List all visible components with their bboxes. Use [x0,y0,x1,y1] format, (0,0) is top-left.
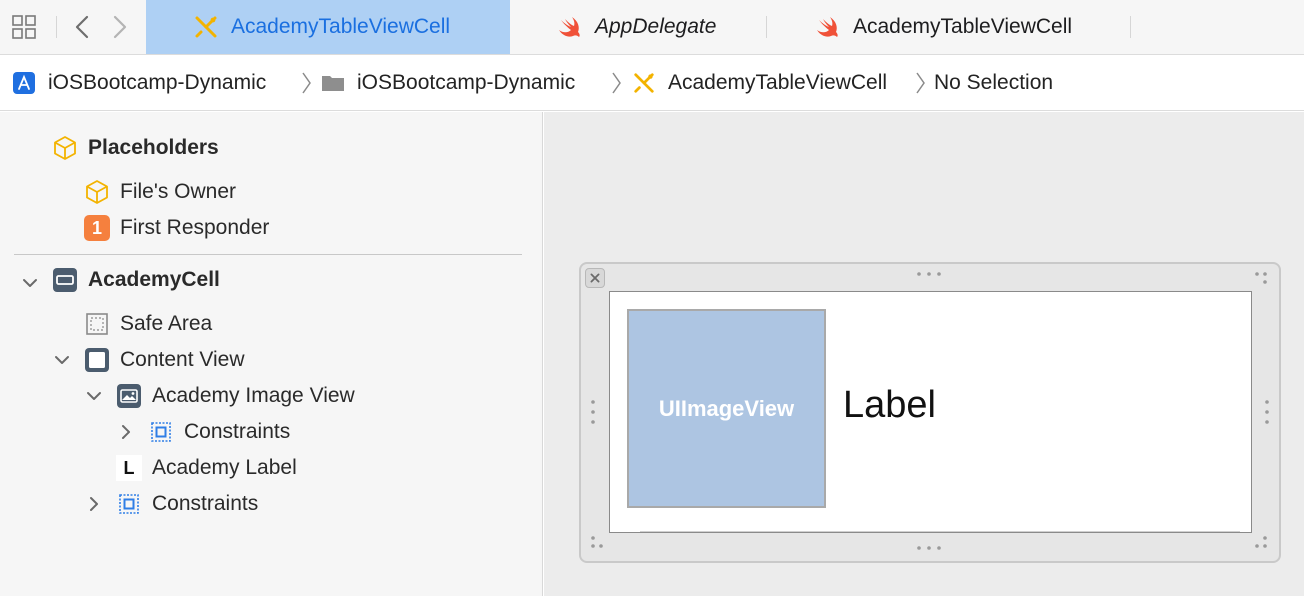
tab-bar: AcademyTableViewCell AppDelegate Academy… [0,0,1304,55]
breadcrumb-project[interactable]: iOSBootcamp-Dynamic [12,55,266,110]
cell-separator [640,531,1240,532]
image-view-icon [117,384,141,408]
swift-icon [817,17,838,37]
folder-icon [322,75,344,91]
tab-divider [766,16,767,38]
xcode-project-icon [13,71,35,94]
back-arrow-icon[interactable] [68,12,96,42]
table-view-cell-scene[interactable]: UIImageView Label [579,262,1281,563]
breadcrumb-group[interactable]: iOSBootcamp-Dynamic [321,55,575,110]
jump-bar-breadcrumb: iOSBootcamp-Dynamic iOSBootcamp-Dynamic … [0,55,1304,111]
disclosure-collapsed-icon[interactable] [117,423,135,441]
resize-handle-top[interactable] [914,270,944,278]
tab-divider [1130,16,1131,38]
outline-divider [14,254,522,255]
breadcrumb-file[interactable]: AcademyTableViewCell [632,55,887,110]
resize-handle-left[interactable] [589,397,597,427]
related-items-grid-icon[interactable] [10,13,38,41]
outline-item-academy-label[interactable]: L Academy Label [116,451,297,485]
outline-item-cell-constraints[interactable]: Constraints [116,487,258,521]
outline-item-placeholders[interactable]: Placeholders [52,131,219,165]
tab-label: AppDelegate [595,15,717,38]
toolbar-divider [56,16,57,38]
outline-item-first-responder[interactable]: 1 First Responder [84,211,269,245]
view-icon [85,348,109,372]
constraints-icon [119,494,139,514]
tab-academy-table-view-cell-swift[interactable]: AcademyTableViewCell [815,0,1072,54]
breadcrumb-label: iOSBootcamp-Dynamic [48,70,267,94]
interface-builder-icon [634,72,654,93]
resize-handle-bottom-left[interactable] [589,534,605,550]
resize-handle-top-right[interactable] [1253,270,1269,286]
close-scene-icon[interactable] [585,268,605,288]
breadcrumb-chevron-icon [916,72,925,94]
placeholder-cube-icon [54,136,76,160]
cell-content-view[interactable]: UIImageView Label [609,291,1252,533]
breadcrumb-chevron-icon [612,72,621,94]
disclosure-expanded-icon[interactable] [21,274,39,292]
document-outline: Placeholders File's Owner 1 First Respon… [0,112,543,596]
resize-handle-right[interactable] [1263,397,1271,427]
constraints-icon [151,422,171,442]
breadcrumb-label: iOSBootcamp-Dynamic [357,70,576,94]
disclosure-expanded-icon[interactable] [85,387,103,405]
breadcrumb-label: AcademyTableViewCell [668,70,888,94]
breadcrumb-selection[interactable]: No Selection [934,55,1053,110]
outline-item-files-owner[interactable]: File's Owner [84,175,236,209]
outline-item-content-view[interactable]: Content View [84,343,245,377]
placeholder-cube-icon [86,180,108,204]
first-responder-icon: 1 [84,215,110,241]
tab-label: AcademyTableViewCell [853,15,1073,38]
academy-image-view[interactable]: UIImageView [627,309,826,508]
tab-label: AcademyTableViewCell [231,15,451,38]
forward-arrow-icon[interactable] [106,12,134,42]
disclosure-expanded-icon[interactable] [53,351,71,369]
resize-handle-bottom[interactable] [914,544,944,552]
interface-builder-canvas[interactable]: UIImageView Label [544,112,1304,596]
safe-area-icon [86,313,108,335]
interface-builder-icon [195,16,217,38]
tab-academy-table-view-cell-xib[interactable]: AcademyTableViewCell [146,0,510,54]
table-view-cell-icon [53,268,77,292]
outline-item-academy-cell[interactable]: AcademyCell [52,263,220,297]
label-icon: L [116,455,142,481]
disclosure-collapsed-icon[interactable] [85,495,103,513]
tab-app-delegate[interactable]: AppDelegate [557,0,716,54]
breadcrumb-label: No Selection [934,70,1054,94]
outline-item-academy-image-view[interactable]: Academy Image View [116,379,355,413]
outline-item-image-constraints[interactable]: Constraints [148,415,290,449]
academy-label[interactable]: Label [843,384,936,427]
breadcrumb-chevron-icon [302,72,311,94]
resize-handle-bottom-right[interactable] [1253,534,1269,550]
swift-icon [559,17,580,37]
outline-item-safe-area[interactable]: Safe Area [84,307,212,341]
